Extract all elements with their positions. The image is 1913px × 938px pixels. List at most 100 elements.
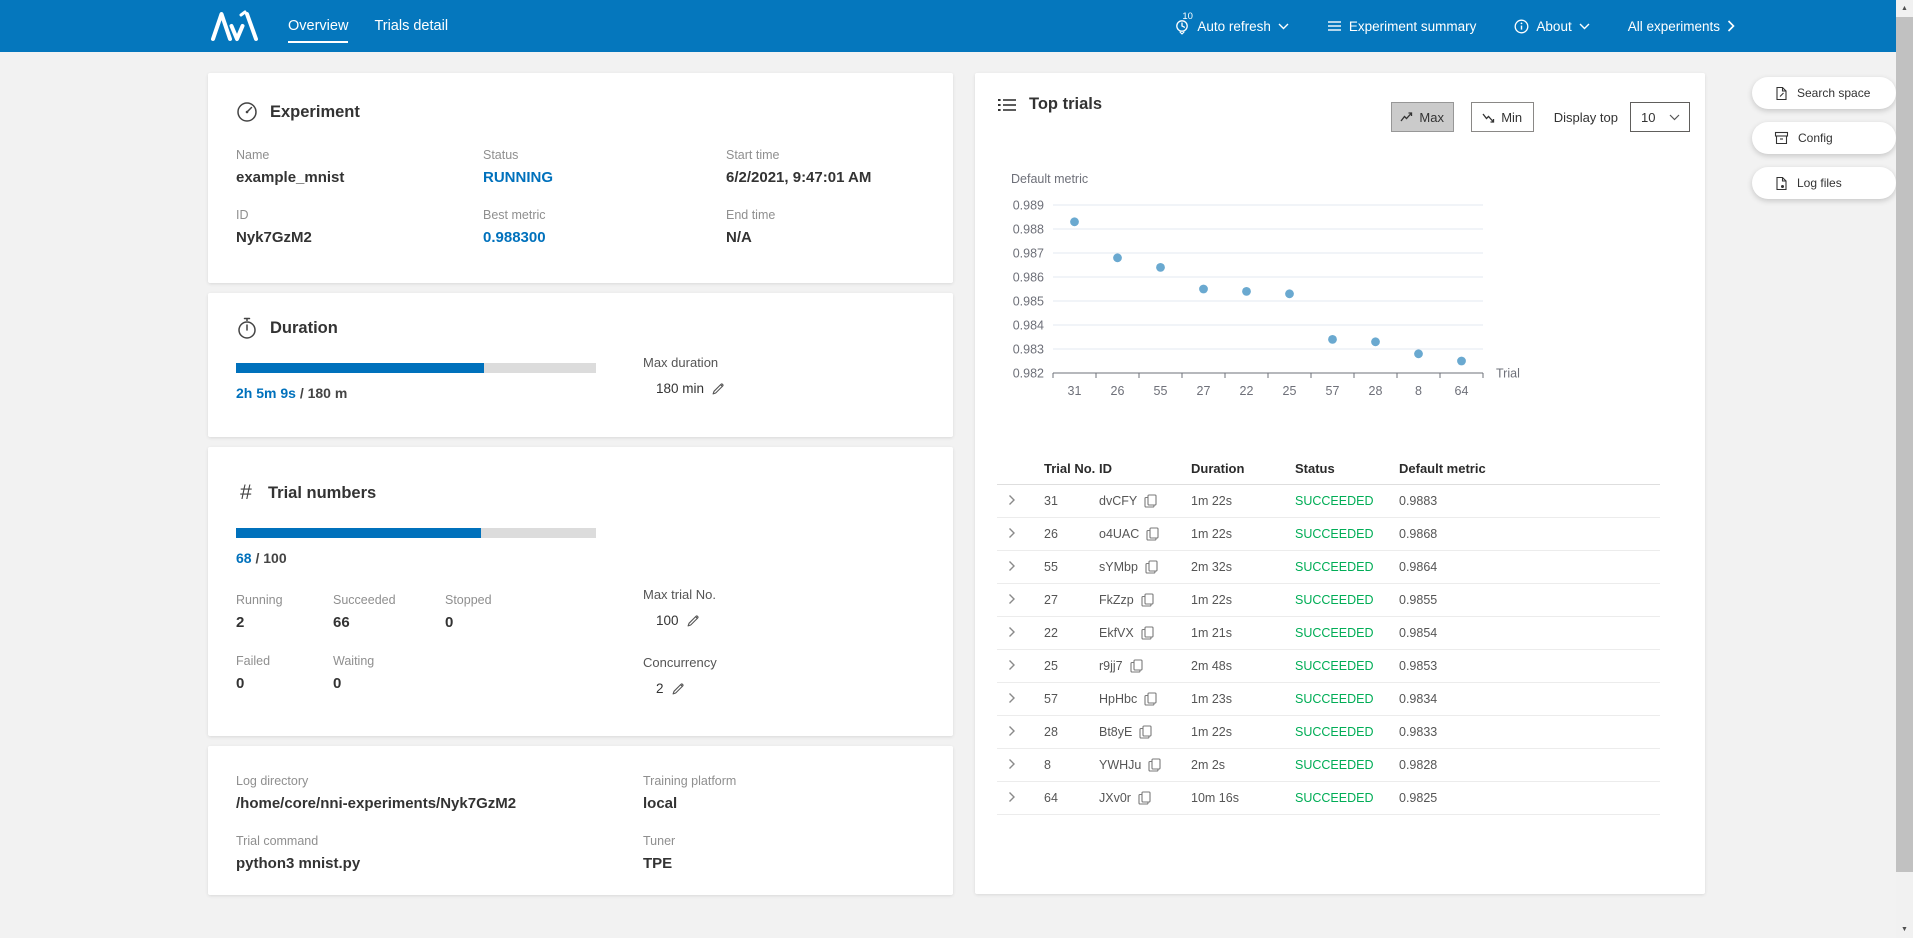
data-point[interactable]	[1285, 289, 1294, 298]
scrollbar-up-arrow[interactable]: ▲	[1896, 0, 1913, 17]
copy-icon[interactable]	[1141, 626, 1154, 640]
row-expand[interactable]	[997, 560, 1044, 575]
data-point[interactable]	[1199, 285, 1208, 294]
row-expand[interactable]	[997, 593, 1044, 608]
data-point[interactable]	[1414, 349, 1423, 358]
row-expand[interactable]	[997, 494, 1044, 509]
row-expand[interactable]	[997, 692, 1044, 707]
row-expand-icon[interactable]	[1006, 560, 1018, 572]
table-row: 64 JXv0r 10m 16s SUCCEEDED 0.9825	[997, 782, 1660, 815]
log-files-button[interactable]: Log files	[1752, 167, 1896, 199]
data-point[interactable]	[1070, 217, 1079, 226]
data-point[interactable]	[1457, 357, 1466, 366]
trend-up-icon	[1400, 112, 1413, 123]
svg-text:0.985: 0.985	[1013, 295, 1044, 309]
field-tuner: Tuner TPE	[643, 834, 925, 872]
tab-trials-detail[interactable]: Trials detail	[374, 18, 448, 34]
row-expand[interactable]	[997, 791, 1044, 806]
scrollbar-down-arrow[interactable]: ▼	[1896, 921, 1913, 938]
row-expand-icon[interactable]	[1006, 494, 1018, 506]
row-expand-icon[interactable]	[1006, 626, 1018, 638]
duration-card: Duration 2h 5m 9s / 180 m Max duration 1…	[208, 293, 953, 437]
svg-text:64: 64	[1455, 384, 1469, 398]
search-space-button[interactable]: Search space	[1752, 77, 1896, 109]
cell-status: SUCCEEDED	[1295, 494, 1399, 508]
svg-text:26: 26	[1111, 384, 1125, 398]
cell-trial-no: 28	[1044, 725, 1099, 739]
svg-text:28: 28	[1369, 384, 1383, 398]
cell-trial-no: 8	[1044, 758, 1099, 772]
row-expand-icon[interactable]	[1006, 659, 1018, 671]
clock-icon	[1175, 19, 1190, 35]
max-duration-label: Max duration	[643, 355, 725, 370]
edit-concurrency-icon[interactable]	[671, 682, 685, 696]
cell-trial-no: 27	[1044, 593, 1099, 607]
cell-id: sYMbp	[1099, 560, 1191, 574]
edit-max-trial-icon[interactable]	[686, 614, 700, 628]
cell-status: SUCCEEDED	[1295, 725, 1399, 739]
svg-text:55: 55	[1154, 384, 1168, 398]
display-top-select[interactable]: 10	[1630, 102, 1690, 132]
about-menu[interactable]: About	[1514, 19, 1589, 34]
all-experiments-link[interactable]: All experiments	[1628, 19, 1735, 34]
row-expand-icon[interactable]	[1006, 791, 1018, 803]
copy-icon[interactable]	[1141, 593, 1154, 607]
stat-running: Running 2	[236, 593, 333, 631]
page-scrollbar[interactable]: ▲ ▼	[1896, 0, 1913, 938]
cell-id: HpHbc	[1099, 692, 1191, 706]
status-badge: RUNNING	[483, 169, 726, 186]
cell-duration: 1m 22s	[1191, 725, 1295, 739]
auto-refresh-control[interactable]: 10 Auto refresh	[1175, 18, 1289, 35]
row-expand[interactable]	[997, 659, 1044, 674]
row-expand[interactable]	[997, 527, 1044, 542]
top-trials-table: Trial No. ID Duration Status Default met…	[997, 453, 1660, 815]
config-button[interactable]: Config	[1752, 122, 1896, 154]
header-trial-no: Trial No.	[1044, 461, 1099, 476]
copy-icon[interactable]	[1146, 527, 1159, 541]
nni-logo-icon	[210, 10, 262, 42]
cell-id: EkfVX	[1099, 626, 1191, 640]
cell-id: r9jj7	[1099, 659, 1191, 673]
data-point[interactable]	[1113, 253, 1122, 262]
copy-icon[interactable]	[1139, 725, 1152, 739]
field-trial-command: Trial command python3 mnist.py	[236, 834, 643, 872]
row-expand-icon[interactable]	[1006, 692, 1018, 704]
cell-duration: 1m 22s	[1191, 527, 1295, 541]
scrollbar-thumb[interactable]	[1896, 17, 1913, 872]
svg-text:25: 25	[1283, 384, 1297, 398]
data-point[interactable]	[1371, 337, 1380, 346]
row-expand[interactable]	[997, 626, 1044, 641]
min-button[interactable]: Min	[1471, 102, 1534, 132]
copy-icon[interactable]	[1144, 692, 1157, 706]
cell-duration: 2m 32s	[1191, 560, 1295, 574]
copy-icon[interactable]	[1138, 791, 1151, 805]
data-point[interactable]	[1156, 263, 1165, 272]
row-expand-icon[interactable]	[1006, 593, 1018, 605]
cell-status: SUCCEEDED	[1295, 791, 1399, 805]
trial-numbers-card-title: Trial numbers	[268, 484, 376, 503]
row-expand-icon[interactable]	[1006, 527, 1018, 539]
copy-icon[interactable]	[1144, 494, 1157, 508]
svg-text:0.982: 0.982	[1013, 367, 1044, 381]
copy-icon[interactable]	[1145, 560, 1158, 574]
copy-icon[interactable]	[1130, 659, 1143, 673]
data-point[interactable]	[1328, 335, 1337, 344]
tab-overview[interactable]: Overview	[288, 18, 348, 34]
row-expand[interactable]	[997, 725, 1044, 740]
row-expand-icon[interactable]	[1006, 725, 1018, 737]
experiment-summary-button[interactable]: Experiment summary	[1327, 19, 1477, 34]
stat-failed: Failed 0	[236, 654, 333, 692]
table-row: 28 Bt8yE 1m 22s SUCCEEDED 0.9833	[997, 716, 1660, 749]
max-trial-label: Max trial No.	[643, 587, 716, 602]
cell-duration: 2m 2s	[1191, 758, 1295, 772]
cell-id: Bt8yE	[1099, 725, 1191, 739]
row-expand[interactable]	[997, 758, 1044, 773]
max-button[interactable]: Max	[1391, 102, 1454, 132]
row-expand-icon[interactable]	[1006, 758, 1018, 770]
copy-icon[interactable]	[1148, 758, 1161, 772]
config-box-icon	[1774, 131, 1789, 145]
data-point[interactable]	[1242, 287, 1251, 296]
edit-max-duration-icon[interactable]	[711, 382, 725, 396]
chevron-down-icon	[1669, 114, 1680, 121]
cell-duration: 1m 22s	[1191, 593, 1295, 607]
